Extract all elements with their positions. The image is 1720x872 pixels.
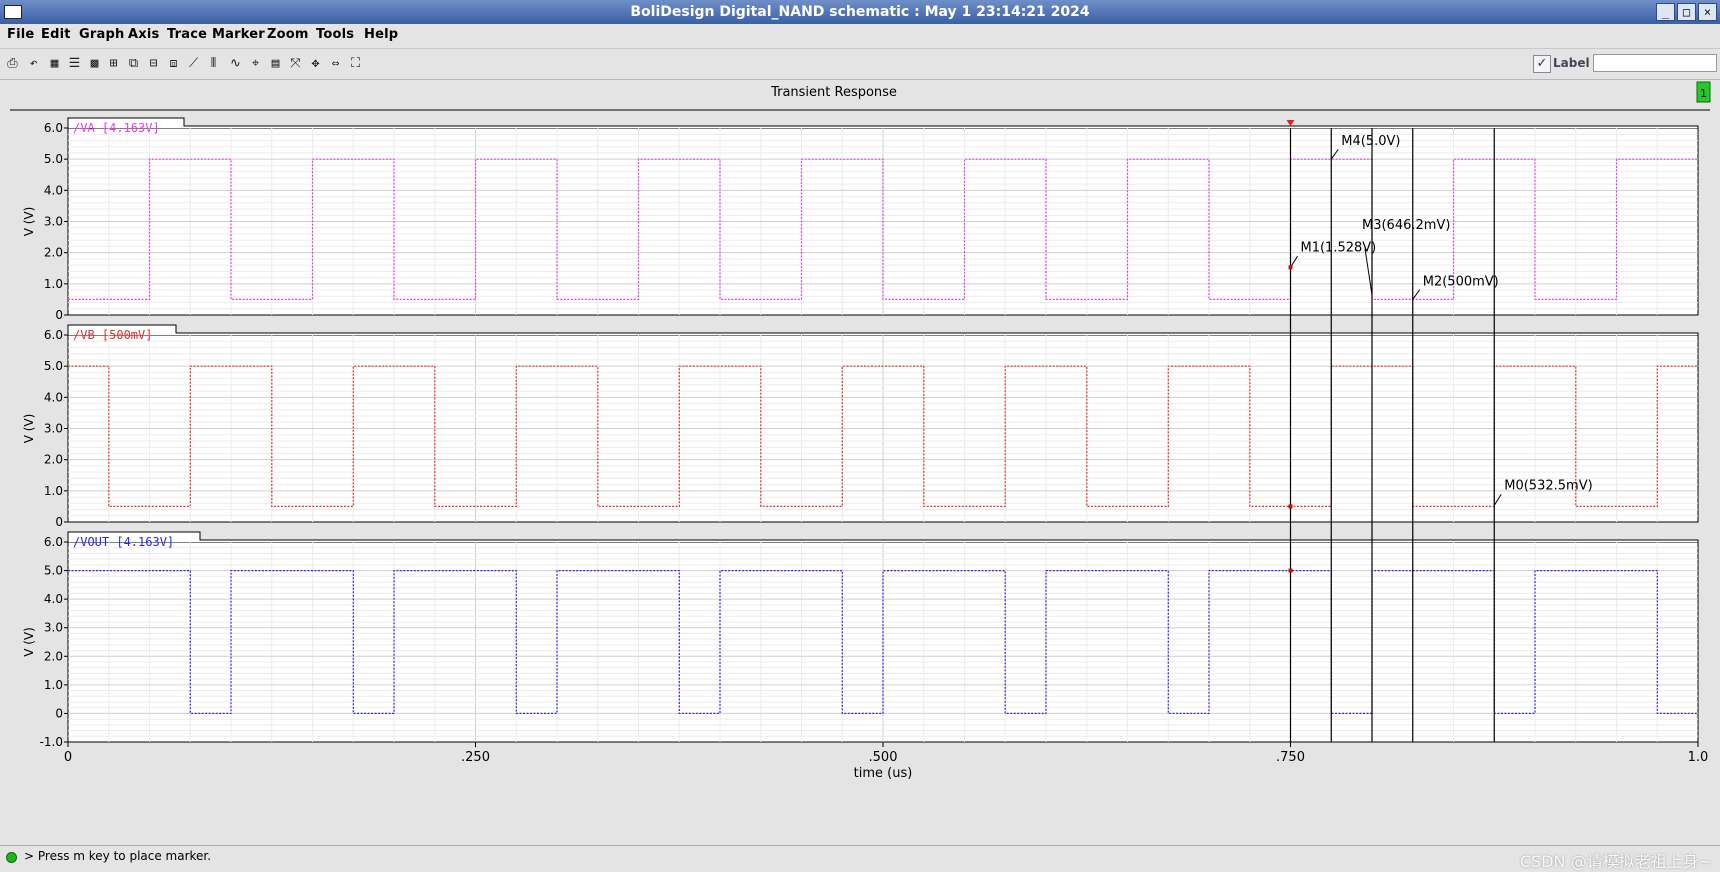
marker-label-m0: M0(532.5mV)	[1504, 478, 1592, 493]
legend-entry-va[interactable]: /VA [4.163V]	[73, 121, 160, 135]
undo-icon[interactable]: ↶	[26, 56, 41, 71]
y-tick-label: 0	[55, 515, 63, 529]
y-axis-label: V (V)	[22, 414, 36, 444]
y-tick-label: 1.0	[44, 484, 63, 498]
y-tick-label: 6.0	[44, 535, 63, 549]
y-tick-label: 2.0	[44, 246, 63, 260]
menu-file[interactable]: File	[7, 27, 34, 42]
pan-x-icon[interactable]: ✥	[308, 56, 323, 71]
menu-tools[interactable]: Tools	[316, 27, 354, 42]
y-tick-label: 3.0	[44, 215, 63, 229]
menu-help[interactable]: Help	[364, 27, 398, 42]
zoom-box-icon[interactable]: ⧉	[126, 56, 141, 71]
y-axis-label: V (V)	[22, 627, 36, 657]
subwindow-badge-label: 1	[1700, 87, 1707, 100]
strips-icon[interactable]: ☰	[67, 56, 82, 71]
legend-entry-vout[interactable]: /VOUT [4.163V]	[73, 535, 174, 549]
y-tick-label: 2.0	[44, 649, 63, 663]
grid-icon[interactable]: ▦	[47, 56, 62, 71]
panel-vout: -1.0 0 1.0 2.0 3.0 4.0 5.0 6.0 V (V) /VOUT [4.163…	[22, 531, 1699, 749]
marker-point	[1288, 265, 1293, 270]
y-tick-label: 4.0	[44, 592, 63, 606]
x-tick-label: .500	[869, 750, 898, 765]
close-button[interactable]: ×	[1698, 3, 1717, 21]
legend-entry-vb[interactable]: /VB [500mV]	[73, 328, 152, 342]
y-tick-label: 5.0	[44, 359, 63, 373]
active-marker-handle[interactable]	[1286, 120, 1295, 126]
layout-icon[interactable]: ⊟	[146, 56, 161, 71]
y-tick-label: 1.0	[44, 277, 63, 291]
x-axis-label: time (us)	[854, 766, 913, 781]
watermark: CSDN @请模拟老祖上身~	[1519, 852, 1712, 871]
waveform-chart[interactable]: Transient Response 1 0 1.0 2.0 3.0 4.0 5.0 6.0…	[0, 80, 1720, 845]
label-input[interactable]	[1593, 54, 1717, 72]
menu-edit[interactable]: Edit	[41, 27, 71, 42]
y-tick-label: 5.0	[44, 152, 63, 166]
status-message: > Press m key to place marker.	[24, 849, 212, 863]
pan-y-icon[interactable]: ⇔	[328, 56, 343, 71]
y-tick-label: 1.0	[44, 678, 63, 692]
menu-marker[interactable]: Marker	[212, 27, 265, 42]
y-tick-label: 6.0	[44, 121, 63, 135]
marker-label-m2: M2(500mV)	[1423, 274, 1499, 289]
y-tick-label: 5.0	[44, 564, 63, 578]
status-bar: > Press m key to place marker. CSDN @请模拟…	[0, 845, 1720, 871]
legend-tab[interactable]	[67, 324, 1699, 335]
bars-icon[interactable]: ⦀	[206, 56, 221, 71]
menu-zoom[interactable]: Zoom	[267, 27, 309, 42]
marker-point	[1288, 568, 1293, 573]
plot-area: Transient Response 1 0 1.0 2.0 3.0 4.0 5.0 6.0…	[0, 80, 1720, 845]
x-tick-label: .250	[461, 750, 490, 765]
label-checkbox[interactable]: ✓	[1533, 55, 1551, 73]
panel-vb: 0 1.0 2.0 3.0 4.0 5.0 6.0 V (V) /VB [500mV]	[22, 324, 1699, 529]
y-tick-label: -1.0	[40, 735, 63, 749]
label-caption: Label	[1553, 56, 1590, 70]
maximize-button[interactable]: □	[1677, 3, 1696, 21]
y-tick-label: 3.0	[44, 621, 63, 635]
x-tick-label: 0	[64, 750, 72, 765]
y-tick-label: 2.0	[44, 453, 63, 467]
full-view-icon[interactable]: ⛶	[348, 56, 363, 71]
graph-title: Transient Response	[770, 85, 897, 100]
print-icon[interactable]: ⎙	[5, 56, 20, 71]
y-tick-label: 0	[55, 308, 63, 322]
toolbar: ⎙ ↶ ▦ ☰ ▩ ⊞ ⧉ ⊟ ⧈ ⟋ ⦀ ∿ ⌖ ▤ ⤧ ✥ ⇔ ⛶ ✓ La…	[0, 48, 1720, 80]
minimize-button[interactable]: _	[1656, 3, 1675, 21]
legend-tab[interactable]	[67, 531, 1699, 542]
calc-icon[interactable]: ▤	[268, 56, 283, 71]
fit-icon[interactable]: ⤧	[288, 56, 303, 71]
marker-label-m4: M4(5.0V)	[1341, 134, 1400, 149]
x-tick-label: .750	[1276, 750, 1305, 765]
split-icon[interactable]: ⧈	[166, 56, 181, 71]
add-subwindow-icon[interactable]: ⊞	[106, 56, 121, 71]
menu-axis[interactable]: Axis	[128, 27, 159, 42]
marker-label-m3: M3(646.2mV)	[1362, 218, 1450, 233]
y-tick-label: 4.0	[44, 390, 63, 404]
cursor-icon[interactable]: ⌖	[248, 56, 263, 71]
marker-label-m1: M1(1.528V)	[1301, 240, 1377, 255]
legend-tab[interactable]	[67, 117, 1699, 128]
menu-bar: File Edit Graph Axis Trace Marker Zoom T…	[0, 24, 1720, 46]
menu-trace[interactable]: Trace	[167, 27, 207, 42]
status-indicator-icon	[6, 852, 17, 863]
y-tick-label: 3.0	[44, 422, 63, 436]
x-tick-label: 1.0	[1688, 750, 1709, 765]
trace-icon[interactable]: ∿	[228, 56, 243, 71]
axis-icon[interactable]: ⟋	[186, 56, 201, 71]
y-tick-label: 6.0	[44, 328, 63, 342]
y-tick-label: 0	[55, 706, 63, 720]
window-titlebar: BoliDesign Digital_NAND schematic : May …	[0, 0, 1720, 25]
y-tick-label: 4.0	[44, 183, 63, 197]
bg-icon[interactable]: ▩	[87, 56, 102, 71]
menu-graph[interactable]: Graph	[79, 27, 124, 42]
y-axis-label: V (V)	[22, 207, 36, 237]
window-title: BoliDesign Digital_NAND schematic : May …	[630, 4, 1090, 20]
marker-point	[1288, 504, 1293, 509]
